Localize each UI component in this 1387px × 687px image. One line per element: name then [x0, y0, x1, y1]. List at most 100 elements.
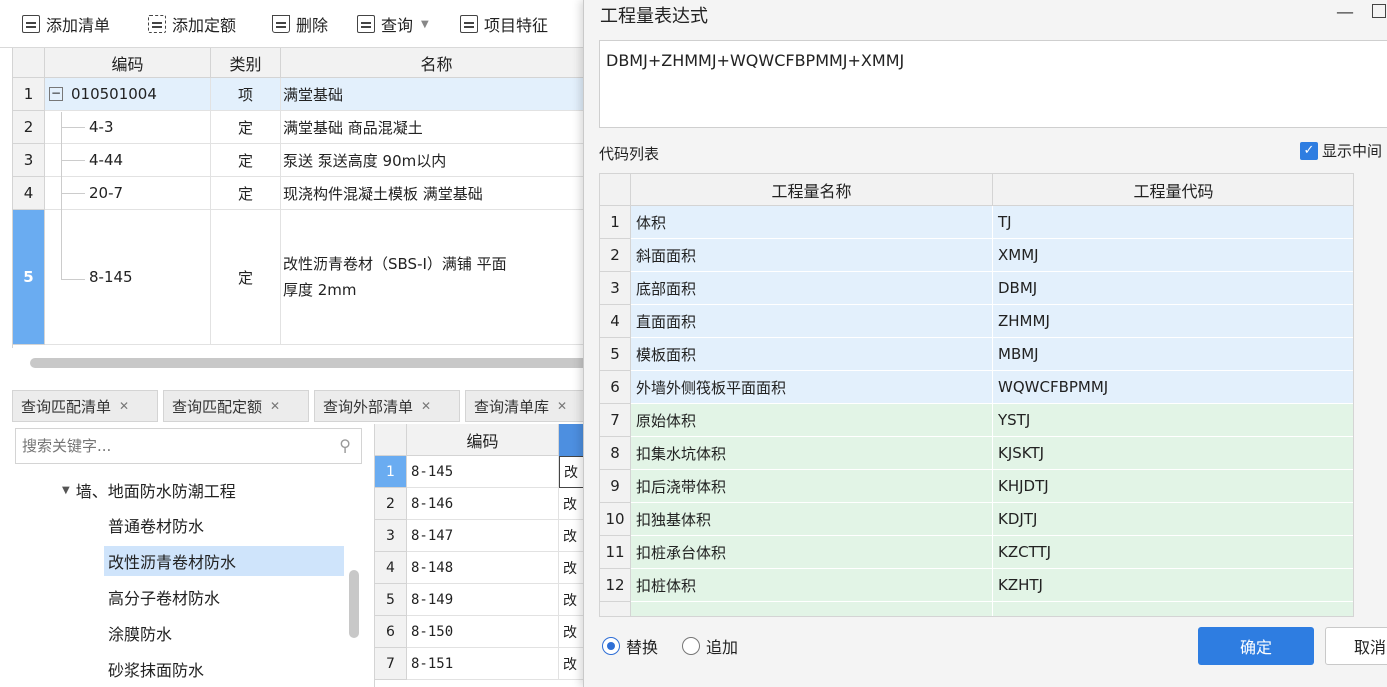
tree-node-selected[interactable]: 改性沥青卷材防水	[104, 546, 344, 576]
row-number[interactable]: 3	[375, 520, 407, 552]
table-row-partial[interactable]	[631, 602, 993, 616]
type-cell[interactable]: 定	[211, 210, 281, 345]
code-cell[interactable]: 8-149	[407, 584, 559, 616]
code-cell[interactable]: 8-145	[45, 210, 211, 345]
qty-code-cell[interactable]: ZHMMJ	[993, 305, 1353, 338]
qty-name-cell[interactable]: 底部面积	[631, 272, 993, 305]
collapse-icon[interactable]: −	[49, 87, 63, 101]
name-cell[interactable]: 改性沥青卷材（SBS-Ⅰ）满铺 平面 厚度 2mm	[281, 210, 593, 345]
caret-down-icon[interactable]: ▼	[62, 485, 70, 496]
table-row-partial[interactable]	[600, 602, 631, 616]
horizontal-scrollbar[interactable]	[30, 358, 590, 368]
code-cell[interactable]: 8-146	[407, 488, 559, 520]
expression-input[interactable]: DBMJ+ZHMMJ+WQWCFBPMMJ+XMMJ	[599, 40, 1387, 128]
row-number[interactable]: 12	[600, 569, 631, 602]
name-cell[interactable]: 改	[559, 520, 585, 552]
search-icon[interactable]: ⚲	[339, 436, 351, 455]
row-number[interactable]: 7	[375, 648, 407, 680]
row-number[interactable]: 5	[600, 338, 631, 371]
radio-replace[interactable]: 替换	[602, 634, 658, 658]
search-input[interactable]	[16, 429, 316, 463]
row-number[interactable]: 8	[600, 437, 631, 470]
add-quota-button[interactable]: 添加定额	[148, 10, 236, 38]
tree-node[interactable]: 砂浆抹面防水	[108, 654, 344, 684]
close-icon[interactable]: ✕	[557, 399, 567, 413]
qty-name-cell[interactable]: 模板面积	[631, 338, 993, 371]
type-cell[interactable]: 项	[211, 78, 281, 111]
tree-node[interactable]: 普通卷材防水	[108, 510, 344, 540]
name-cell-active[interactable]: 改	[559, 456, 585, 488]
name-cell[interactable]: 满堂基础	[281, 78, 593, 111]
tab-query-external-list[interactable]: 查询外部清单 ✕	[314, 390, 460, 422]
column-header-name[interactable]: 名称	[281, 48, 593, 78]
qty-code-cell[interactable]: DBMJ	[993, 272, 1353, 305]
delete-button[interactable]: 删除	[272, 10, 328, 38]
row-number[interactable]: 2	[600, 239, 631, 272]
qty-name-cell[interactable]: 扣桩承台体积	[631, 536, 993, 569]
cancel-button[interactable]: 取消	[1325, 627, 1387, 665]
tab-query-match-quota[interactable]: 查询匹配定额 ✕	[163, 390, 309, 422]
row-number[interactable]: 3	[13, 144, 45, 177]
code-cell[interactable]: 8-145	[407, 456, 559, 488]
qty-name-cell[interactable]: 原始体积	[631, 404, 993, 437]
qty-code-cell[interactable]: KJSKTJ	[993, 437, 1353, 470]
row-number[interactable]: 1	[13, 78, 45, 111]
row-number[interactable]: 6	[375, 616, 407, 648]
name-cell[interactable]: 改	[559, 616, 585, 648]
query-button[interactable]: 查询 ▼	[357, 10, 429, 38]
checkbox-checked-icon[interactable]: ✓	[1300, 141, 1318, 160]
row-number-selected[interactable]: 5	[13, 210, 45, 345]
show-cn-checkbox[interactable]: ✓ 显示中间	[1300, 140, 1382, 161]
name-cell[interactable]: 改	[559, 552, 585, 584]
name-cell[interactable]: 改	[559, 584, 585, 616]
name-cell[interactable]: 改	[559, 648, 585, 680]
vertical-scrollbar[interactable]	[349, 570, 359, 638]
maximize-icon[interactable]	[1372, 4, 1386, 18]
qty-name-cell[interactable]: 体积	[631, 206, 993, 239]
tree-node[interactable]: 涂膜防水	[108, 618, 344, 648]
qty-name-cell[interactable]: 外墙外侧筏板平面面积	[631, 371, 993, 404]
column-header-code[interactable]: 编码	[407, 424, 559, 456]
qty-code-cell[interactable]: KZHTJ	[993, 569, 1353, 602]
code-cell[interactable]: 8-151	[407, 648, 559, 680]
row-number[interactable]: 9	[600, 470, 631, 503]
table-row-code[interactable]: − 010501004	[45, 78, 211, 111]
type-cell[interactable]: 定	[211, 144, 281, 177]
code-cell[interactable]: 8-148	[407, 552, 559, 584]
qty-name-cell[interactable]: 扣独基体积	[631, 503, 993, 536]
column-header-code[interactable]: 编码	[45, 48, 211, 78]
column-header-qty-code[interactable]: 工程量代码	[993, 174, 1353, 206]
tab-query-list-library[interactable]: 查询清单库 ✕	[465, 390, 590, 422]
table-row-partial[interactable]	[993, 602, 1353, 616]
tree-node-parent[interactable]: ▼ 墙、地面防水防潮工程	[62, 475, 236, 505]
ok-button[interactable]: 确定	[1198, 627, 1314, 665]
minimize-icon[interactable]: —	[1336, 2, 1354, 23]
qty-code-cell[interactable]: KHJDTJ	[993, 470, 1353, 503]
qty-code-cell[interactable]: MBMJ	[993, 338, 1353, 371]
code-cell[interactable]: 8-147	[407, 520, 559, 552]
type-cell[interactable]: 定	[211, 111, 281, 144]
tab-query-match-list[interactable]: 查询匹配清单 ✕	[12, 390, 158, 422]
name-cell[interactable]: 泵送 泵送高度 90m以内	[281, 144, 593, 177]
name-cell[interactable]: 满堂基础 商品混凝土	[281, 111, 593, 144]
qty-name-cell[interactable]: 扣集水坑体积	[631, 437, 993, 470]
column-header-qty-name[interactable]: 工程量名称	[631, 174, 993, 206]
row-number[interactable]: 4	[600, 305, 631, 338]
type-cell[interactable]: 定	[211, 177, 281, 210]
row-number-selected[interactable]: 1	[375, 456, 407, 488]
qty-name-cell[interactable]: 扣桩体积	[631, 569, 993, 602]
row-number[interactable]: 10	[600, 503, 631, 536]
radio-unselected-icon[interactable]	[682, 637, 700, 655]
row-number[interactable]: 5	[375, 584, 407, 616]
qty-code-cell[interactable]: XMMJ	[993, 239, 1353, 272]
row-number[interactable]: 2	[375, 488, 407, 520]
row-number[interactable]: 4	[13, 177, 45, 210]
qty-name-cell[interactable]: 直面面积	[631, 305, 993, 338]
add-list-button[interactable]: 添加清单	[22, 10, 110, 38]
qty-code-cell[interactable]: WQWCFBPMMJ	[993, 371, 1353, 404]
qty-code-cell[interactable]: TJ	[993, 206, 1353, 239]
row-number[interactable]: 6	[600, 371, 631, 404]
qty-name-cell[interactable]: 扣后浇带体积	[631, 470, 993, 503]
row-number[interactable]: 11	[600, 536, 631, 569]
close-icon[interactable]: ✕	[270, 399, 280, 413]
